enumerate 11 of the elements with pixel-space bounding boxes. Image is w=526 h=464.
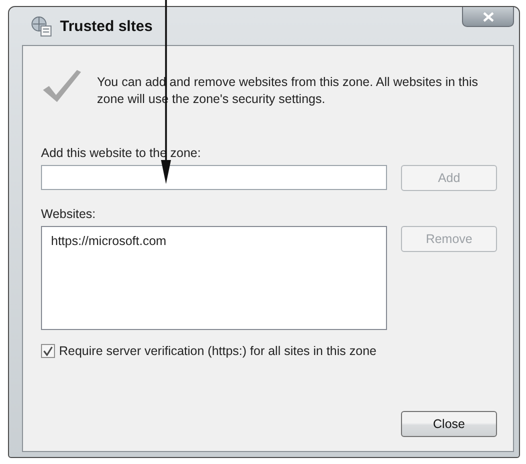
close-button[interactable]: Close — [401, 411, 497, 437]
window-title: Trusted sltes — [60, 18, 153, 34]
verification-label: Require server verification (https:) for all sites in this zone — [59, 344, 376, 358]
website-item[interactable]: https://microsoft.com — [49, 232, 168, 250]
close-icon — [482, 12, 494, 22]
close-window-button[interactable] — [462, 7, 514, 27]
websites-label: Websites: — [41, 207, 97, 221]
checkmark-icon — [41, 68, 83, 104]
website-input-field[interactable] — [41, 165, 388, 190]
globe-icon — [30, 15, 52, 37]
verification-checkbox[interactable] — [41, 344, 55, 358]
